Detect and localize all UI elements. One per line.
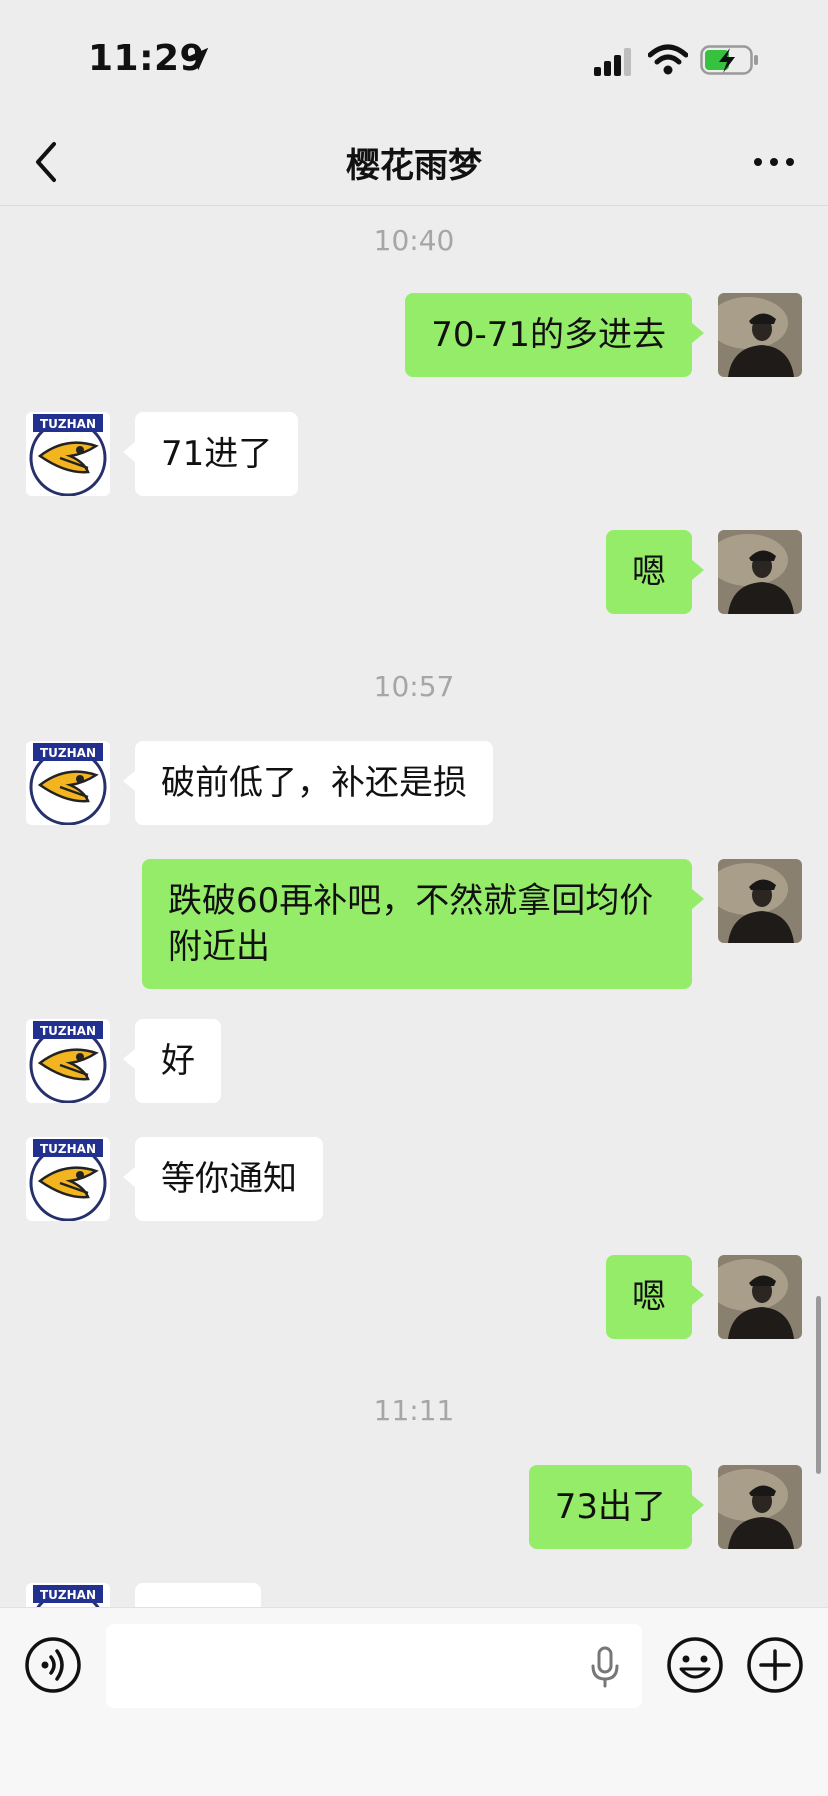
- voice-input-toggle-icon[interactable]: [24, 1636, 82, 1694]
- my-message-bubble[interactable]: 70-71的多进去: [405, 293, 704, 377]
- contact-avatar[interactable]: TUZHAN: [26, 1019, 110, 1103]
- location-arrow-icon: [185, 47, 209, 71]
- my-avatar[interactable]: [718, 1255, 802, 1339]
- message-timestamp: 10:40: [373, 224, 455, 257]
- message-input[interactable]: [106, 1624, 642, 1708]
- battery-charging-icon: [700, 45, 758, 75]
- more-options-icon[interactable]: [752, 142, 796, 182]
- emoji-icon[interactable]: [666, 1636, 724, 1694]
- message-timestamp: 11:11: [373, 1394, 455, 1427]
- contact-avatar[interactable]: TUZHAN: [26, 412, 110, 496]
- chat-message-list[interactable]: 10:40 70-71的多进去 TUZHAN 71进了 嗯 10:57 TUZH…: [0, 207, 828, 1607]
- contact-message-bubble[interactable]: 破前低了，补还是损: [123, 741, 493, 825]
- scroll-indicator[interactable]: [816, 1296, 821, 1474]
- contact-message-bubble[interactable]: 71进了: [122, 412, 299, 496]
- wifi-icon: [648, 44, 688, 75]
- my-avatar[interactable]: [718, 293, 802, 377]
- microphone-icon[interactable]: [590, 1646, 620, 1688]
- svg-text:TUZHAN: TUZHAN: [40, 1588, 96, 1602]
- contact-message-bubble[interactable]: 好: [123, 1019, 221, 1103]
- status-bar: 11:29: [0, 0, 828, 120]
- svg-text:TUZHAN: TUZHAN: [40, 417, 96, 431]
- chat-title: 樱花雨梦: [346, 146, 482, 186]
- nav-bar: 樱花雨梦: [0, 120, 828, 206]
- my-avatar[interactable]: [718, 859, 802, 943]
- message-timestamp: 10:57: [373, 670, 455, 703]
- contact-avatar-logo: TUZHAN: [26, 1137, 110, 1221]
- contact-avatar-logo: TUZHAN: [26, 1583, 110, 1607]
- svg-text:TUZHAN: TUZHAN: [40, 746, 96, 760]
- my-avatar[interactable]: [718, 530, 802, 614]
- contact-avatar[interactable]: TUZHAN: [26, 1137, 110, 1221]
- my-avatar-image: [718, 859, 802, 943]
- my-message-bubble[interactable]: 跌破60再补吧，不然就拿回均价附近出: [142, 859, 704, 989]
- my-avatar[interactable]: [718, 1465, 802, 1549]
- contact-avatar[interactable]: TUZHAN: [26, 1583, 110, 1607]
- contact-message-bubble[interactable]: [135, 1583, 261, 1607]
- contact-avatar-logo: TUZHAN: [26, 741, 110, 825]
- contact-message-bubble[interactable]: 等你通知: [123, 1137, 323, 1221]
- my-avatar-image: [718, 530, 802, 614]
- my-message-bubble[interactable]: 嗯: [606, 1255, 704, 1339]
- my-avatar-image: [718, 1255, 802, 1339]
- contact-avatar[interactable]: TUZHAN: [26, 741, 110, 825]
- svg-text:TUZHAN: TUZHAN: [40, 1142, 96, 1156]
- svg-text:TUZHAN: TUZHAN: [40, 1024, 96, 1038]
- cellular-signal-icon: [594, 48, 631, 76]
- my-avatar-image: [718, 293, 802, 377]
- input-bar: [0, 1607, 828, 1796]
- my-avatar-image: [718, 1465, 802, 1549]
- plus-more-icon[interactable]: [746, 1636, 804, 1694]
- my-message-bubble[interactable]: 嗯: [606, 530, 704, 614]
- contact-avatar-logo: TUZHAN: [26, 412, 110, 496]
- my-message-bubble[interactable]: 73出了: [528, 1465, 705, 1549]
- contact-avatar-logo: TUZHAN: [26, 1019, 110, 1103]
